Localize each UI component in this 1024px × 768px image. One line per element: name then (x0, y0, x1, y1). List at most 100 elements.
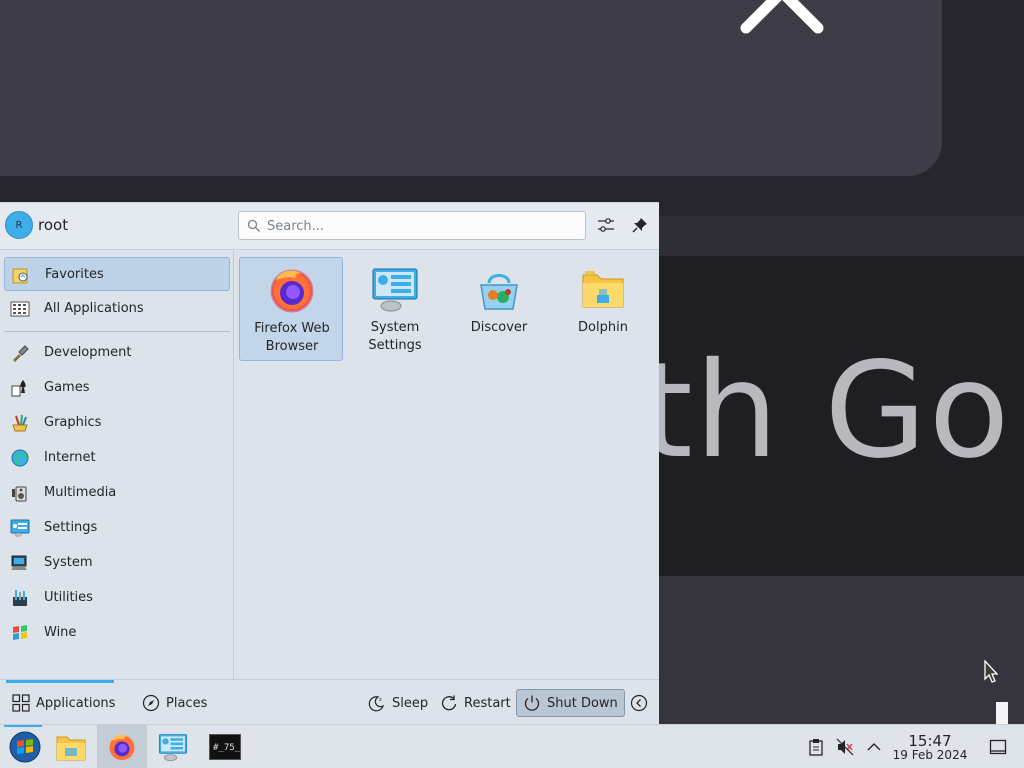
launcher-footer: Applications Places z Sleep Restart Shut… (0, 679, 659, 725)
multimedia-icon (12, 486, 27, 502)
tab-applications[interactable]: Applications (12, 690, 115, 716)
app-tile-system-settings[interactable]: System Settings (343, 257, 447, 361)
development-icon (13, 345, 29, 362)
sidebar-item-graphics[interactable]: Graphics (4, 406, 230, 440)
sidebar-item-label: System (44, 555, 93, 570)
sidebar-item-label: Games (44, 380, 90, 395)
desktop-text-area: th Go (659, 256, 1024, 576)
username-label[interactable]: root (38, 216, 68, 234)
desktop-lower-area (659, 576, 1024, 724)
search-input[interactable] (267, 215, 577, 237)
sliders-icon (598, 218, 614, 232)
taskbar-file-manager[interactable] (46, 725, 96, 768)
shut-down-label: Shut Down (547, 695, 618, 711)
sidebar-item-wine[interactable]: Wine (4, 616, 230, 650)
chevron-up-icon[interactable] (865, 738, 883, 756)
taskbar: #_75_ 15:47 19 Feb 2024 (0, 724, 1024, 768)
sidebar-divider (4, 331, 230, 332)
all-applications-icon (10, 301, 30, 317)
sidebar-item-label: Settings (44, 520, 98, 535)
utilities-icon (13, 590, 27, 606)
app-tile-discover[interactable]: Discover (447, 257, 551, 361)
favorites-grid: Firefox Web Browser System Settings Disc… (235, 251, 659, 679)
svg-text:#_75_: #_75_ (213, 743, 241, 753)
sidebar-item-label: Graphics (44, 415, 102, 430)
user-avatar[interactable]: R (5, 211, 33, 239)
sidebar-item-label: Utilities (44, 590, 93, 605)
firefox-icon (270, 269, 314, 313)
svg-text:z: z (379, 697, 382, 703)
internet-icon (11, 449, 29, 467)
wine-icon (13, 625, 27, 640)
sleep-button[interactable]: z Sleep (368, 690, 428, 716)
application-launcher-menu: R root Search... Favorites All Applicati… (0, 202, 659, 725)
tab-places[interactable]: Places (142, 690, 207, 716)
discover-icon (480, 274, 518, 310)
terminal-icon: #_75_ (209, 734, 241, 760)
sidebar-item-settings[interactable]: Settings (4, 511, 230, 545)
taskbar-terminal[interactable]: #_75_ (200, 725, 250, 768)
favorites-icon (12, 268, 28, 284)
sidebar-item-label: All Applications (44, 301, 144, 316)
grid-icon (12, 694, 30, 712)
sidebar-item-internet[interactable]: Internet (4, 441, 230, 475)
clock-date[interactable]: 19 Feb 2024 (888, 748, 972, 762)
sidebar-item-favorites[interactable]: Favorites (4, 257, 230, 291)
sidebar-item-multimedia[interactable]: Multimedia (4, 476, 230, 510)
folder-icon (56, 736, 86, 761)
show-desktop-icon[interactable] (989, 738, 1007, 756)
graphics-icon (12, 414, 28, 432)
sidebar-item-utilities[interactable]: Utilities (4, 581, 230, 615)
chevron-up-icon[interactable] (738, 0, 826, 36)
shut-down-button[interactable]: Shut Down (516, 689, 625, 717)
tab-places-label: Places (166, 695, 208, 711)
sidebar-item-label: Favorites (45, 267, 104, 282)
sleep-icon: z (368, 696, 385, 712)
sleep-label: Sleep (392, 695, 429, 711)
taskbar-system-settings[interactable] (148, 725, 198, 768)
chevron-left-circle-icon (630, 694, 648, 712)
more-actions-button[interactable] (630, 690, 648, 716)
mouse-cursor-icon (984, 660, 999, 683)
desktop-background-text: th Go (659, 334, 1012, 488)
app-tile-dolphin[interactable]: Dolphin (551, 257, 655, 361)
pin-button[interactable] (629, 214, 651, 236)
compass-icon (142, 694, 160, 712)
sidebar-item-label: Development (44, 345, 132, 360)
settings-icon (10, 519, 30, 537)
pin-icon (632, 218, 647, 233)
app-tile-label: Firefox Web Browser (254, 321, 330, 354)
app-tile-firefox[interactable]: Firefox Web Browser (239, 257, 343, 361)
system-icon (11, 555, 27, 570)
firefox-icon (109, 734, 135, 761)
power-icon (524, 695, 540, 711)
restart-icon (441, 695, 457, 711)
taskbar-firefox[interactable] (97, 725, 147, 768)
sidebar-item-system[interactable]: System (4, 546, 230, 580)
launcher-header: R root (0, 203, 659, 250)
sidebar-item-development[interactable]: Development (4, 336, 230, 370)
clipboard-icon[interactable] (807, 738, 825, 756)
taskbar-application-launcher[interactable] (0, 725, 50, 768)
active-tab-indicator (6, 680, 114, 683)
app-tile-label: Dolphin (578, 320, 628, 335)
restart-label: Restart (464, 695, 511, 711)
app-tile-label: Discover (470, 320, 528, 335)
sidebar-item-games[interactable]: Games (4, 371, 230, 405)
desktop-band (659, 216, 1024, 256)
dolphin-folder-icon (582, 271, 624, 308)
volume-muted-icon[interactable] (836, 738, 854, 756)
search-icon (247, 219, 260, 232)
configure-button[interactable] (595, 214, 617, 236)
sidebar-item-label: Wine (44, 625, 77, 640)
desktop-white-bar (996, 702, 1008, 724)
games-icon (11, 380, 26, 397)
system-settings-icon (372, 268, 418, 312)
category-sidebar: Favorites All Applications Development G… (0, 251, 234, 679)
sidebar-item-all-applications[interactable]: All Applications (4, 292, 230, 326)
search-field[interactable] (238, 211, 586, 240)
app-tile-label: System Settings (368, 320, 422, 353)
sidebar-item-label: Internet (44, 450, 96, 465)
restart-button[interactable]: Restart (440, 690, 511, 716)
tab-applications-label: Applications (36, 695, 116, 711)
